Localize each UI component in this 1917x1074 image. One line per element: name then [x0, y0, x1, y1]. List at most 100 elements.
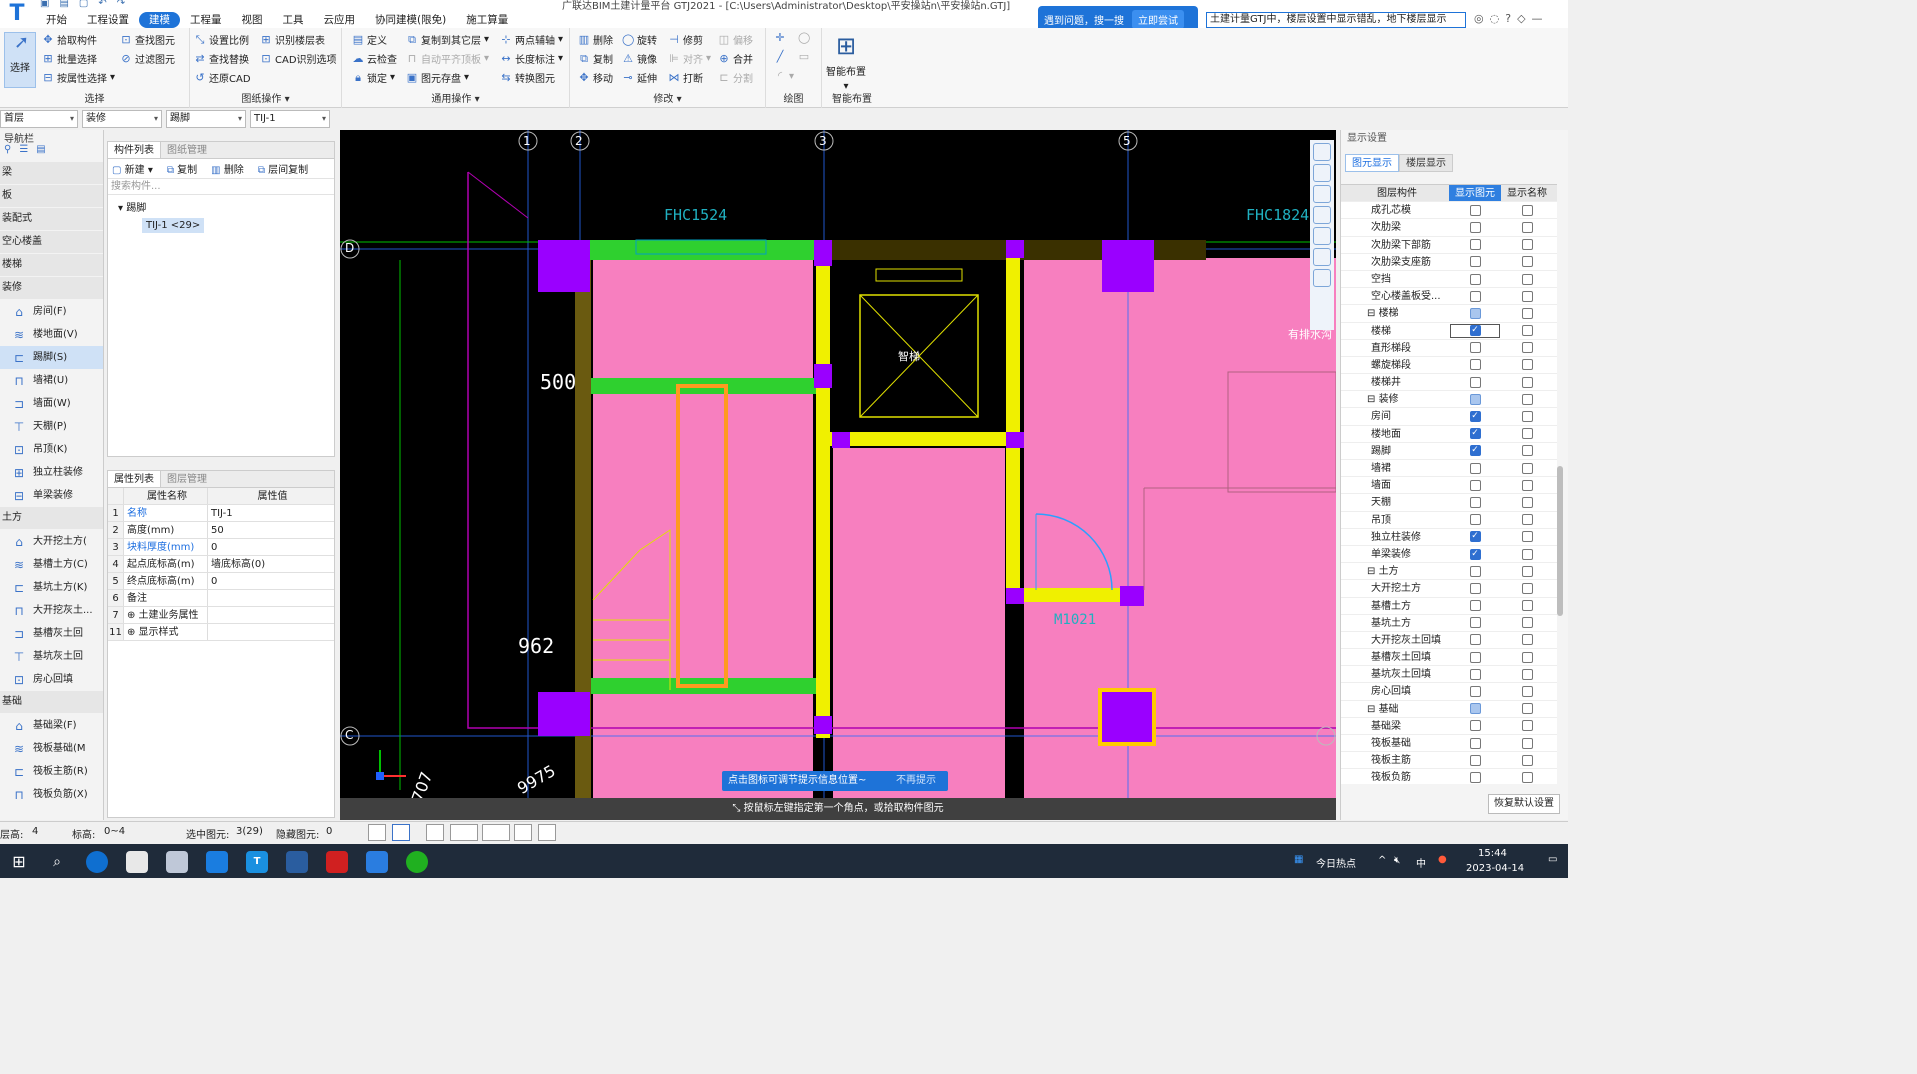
- show-name-checkbox[interactable]: [1521, 651, 1533, 663]
- ortho-snap-icon[interactable]: [368, 824, 386, 841]
- property-value[interactable]: [208, 624, 334, 640]
- cad-options-button[interactable]: ⊡ CAD识别选项: [260, 51, 336, 66]
- angle-snap-icon[interactable]: [450, 824, 478, 841]
- show-element-checkbox[interactable]: [1469, 393, 1481, 405]
- show-name-checkbox[interactable]: [1521, 221, 1533, 233]
- show-name-checkbox[interactable]: [1521, 479, 1533, 491]
- open-icon[interactable]: ▤: [59, 0, 68, 10]
- show-name-checkbox[interactable]: [1521, 411, 1533, 423]
- show-name-checkbox[interactable]: [1521, 771, 1533, 783]
- nav-item-5-4[interactable]: ⊐ 墙面(W): [0, 392, 103, 415]
- show-name-checkbox[interactable]: [1521, 496, 1533, 508]
- tab-layer-management[interactable]: 图层管理: [161, 471, 213, 487]
- nav-item-5-1[interactable]: ≋ 楼地面(V): [0, 323, 103, 346]
- two-point-axis-button[interactable]: ⊹ 两点辅轴 ▾: [500, 32, 563, 47]
- wechat-icon[interactable]: [406, 851, 428, 873]
- show-name-checkbox[interactable]: [1521, 737, 1533, 749]
- tab-floor-display[interactable]: 楼层显示: [1399, 154, 1453, 172]
- collapse-icon[interactable]: ⊟: [1367, 394, 1379, 405]
- property-value[interactable]: 墙底标高(0): [208, 556, 334, 572]
- fit-view-icon[interactable]: [1313, 227, 1331, 245]
- show-element-checkbox[interactable]: [1469, 634, 1481, 646]
- list-view-icon[interactable]: [1313, 269, 1331, 287]
- display-row-name[interactable]: ⊟ 楼梯: [1341, 305, 1449, 321]
- pin-icon[interactable]: ⚲: [4, 144, 11, 162]
- display-scrollbar[interactable]: [1557, 466, 1563, 616]
- mirror-button[interactable]: ⚠︎ 镜像: [622, 51, 657, 66]
- show-element-checkbox[interactable]: [1469, 754, 1481, 766]
- show-element-checkbox[interactable]: [1469, 771, 1481, 783]
- filter-element-button[interactable]: ⊘ 过滤图元: [120, 51, 175, 66]
- nav-category-3[interactable]: 空心楼盖: [0, 231, 103, 253]
- show-element-checkbox[interactable]: [1469, 703, 1481, 715]
- show-element-checkbox[interactable]: [1469, 479, 1481, 491]
- show-element-checkbox[interactable]: [1469, 582, 1481, 594]
- menu-item-4[interactable]: 视图: [232, 12, 273, 28]
- menu-item-6[interactable]: 云应用: [314, 12, 366, 28]
- merge-button[interactable]: ⊕ 合并: [718, 51, 753, 66]
- menu-item-2[interactable]: 建模: [139, 12, 180, 28]
- copy-button[interactable]: ⧉ 复制: [578, 51, 613, 66]
- clock-time[interactable]: 15:44: [1478, 848, 1507, 859]
- dont-show-again-button[interactable]: 不再提示: [896, 771, 936, 791]
- show-name-checkbox[interactable]: [1521, 359, 1533, 371]
- show-name-checkbox[interactable]: [1521, 686, 1533, 698]
- show-element-checkbox[interactable]: [1469, 290, 1481, 302]
- recognize-floor-table-button[interactable]: ⊞ 识别楼层表: [260, 32, 325, 47]
- pick-component-button[interactable]: ✥ 拾取构件: [42, 32, 97, 47]
- nav-category-6[interactable]: 土方: [0, 507, 103, 529]
- help-search-input[interactable]: 土建计量GTJ中，楼层设置中显示错乱，地下楼层显示: [1206, 12, 1466, 28]
- show-element-checkbox[interactable]: [1469, 617, 1481, 629]
- edge-browser-icon[interactable]: [86, 851, 108, 873]
- show-element-checkbox[interactable]: [1469, 256, 1481, 268]
- nav-item-5-3[interactable]: ⊓ 墙裙(U): [0, 369, 103, 392]
- show-name-checkbox[interactable]: [1521, 376, 1533, 388]
- find-replace-button[interactable]: ⇄ 查找替换: [194, 51, 249, 66]
- show-element-checkbox[interactable]: [1469, 376, 1481, 388]
- nav-item-5-0[interactable]: ⌂ 房间(F): [0, 300, 103, 323]
- show-name-checkbox[interactable]: [1521, 600, 1533, 612]
- cloud-check-button[interactable]: ☁ 云检查: [352, 51, 398, 66]
- show-name-checkbox[interactable]: [1521, 273, 1533, 285]
- nav-item-6-0[interactable]: ⌂ 大开挖土方(: [0, 530, 103, 553]
- property-row[interactable]: 6 备注: [108, 590, 334, 607]
- undo-icon[interactable]: ↶: [98, 0, 106, 10]
- display-row-name[interactable]: ⊟ 装修: [1341, 391, 1449, 407]
- property-value[interactable]: 0: [208, 539, 334, 555]
- smart-layout-button[interactable]: ⊞ 智能布置 ▾: [826, 32, 866, 92]
- app-window-icon[interactable]: [206, 851, 228, 873]
- category-select[interactable]: 装修: [82, 110, 162, 128]
- show-name-checkbox[interactable]: [1521, 668, 1533, 680]
- set-scale-button[interactable]: ⤡ 设置比例: [194, 32, 249, 47]
- nav-item-6-2[interactable]: ⊏ 基坑土方(K): [0, 576, 103, 599]
- display-row-name[interactable]: ⊟ 土方: [1341, 563, 1449, 579]
- restore-defaults-button[interactable]: 恢复默认设置: [1488, 794, 1560, 814]
- nav-item-7-3[interactable]: ⊓ 筏板负筋(X): [0, 783, 103, 806]
- show-element-checkbox[interactable]: [1469, 239, 1481, 251]
- show-name-checkbox[interactable]: [1521, 256, 1533, 268]
- show-element-checkbox[interactable]: [1469, 221, 1481, 233]
- property-value[interactable]: TIJ-1: [208, 505, 334, 521]
- show-name-checkbox[interactable]: [1521, 445, 1533, 457]
- property-row[interactable]: 4 起点底标高(m) 墙底标高(0): [108, 556, 334, 573]
- show-name-checkbox[interactable]: [1521, 582, 1533, 594]
- nav-item-7-2[interactable]: ⊏ 筏板主筋(R): [0, 760, 103, 783]
- show-name-checkbox[interactable]: [1521, 462, 1533, 474]
- copy-to-other-floor-button[interactable]: ⧉ 复制到其它层 ▾: [406, 32, 489, 47]
- floor-copy-button[interactable]: ⧉ 层间复制: [258, 161, 308, 176]
- dynamic-input-icon[interactable]: [514, 824, 532, 841]
- collapse-icon[interactable]: ⊟: [1367, 566, 1379, 577]
- top-view-icon[interactable]: [1313, 164, 1331, 182]
- nav-item-6-5[interactable]: ⊤ 基坑灰土回: [0, 645, 103, 668]
- cad-app-icon[interactable]: [286, 851, 308, 873]
- collapse-icon[interactable]: ⊟: [1367, 308, 1379, 319]
- property-row[interactable]: 3 块料厚度(mm) 0: [108, 539, 334, 556]
- copy-component-button[interactable]: ⧉ 复制: [167, 161, 197, 176]
- minimize-icon[interactable]: —: [1532, 12, 1543, 25]
- nav-category-0[interactable]: 梁: [0, 162, 103, 184]
- property-value[interactable]: 50: [208, 522, 334, 538]
- show-element-checkbox[interactable]: [1469, 651, 1481, 663]
- show-element-checkbox[interactable]: [1469, 307, 1481, 319]
- show-name-checkbox[interactable]: [1521, 307, 1533, 319]
- arc-draw-button[interactable]: ◜ ▾: [774, 70, 794, 82]
